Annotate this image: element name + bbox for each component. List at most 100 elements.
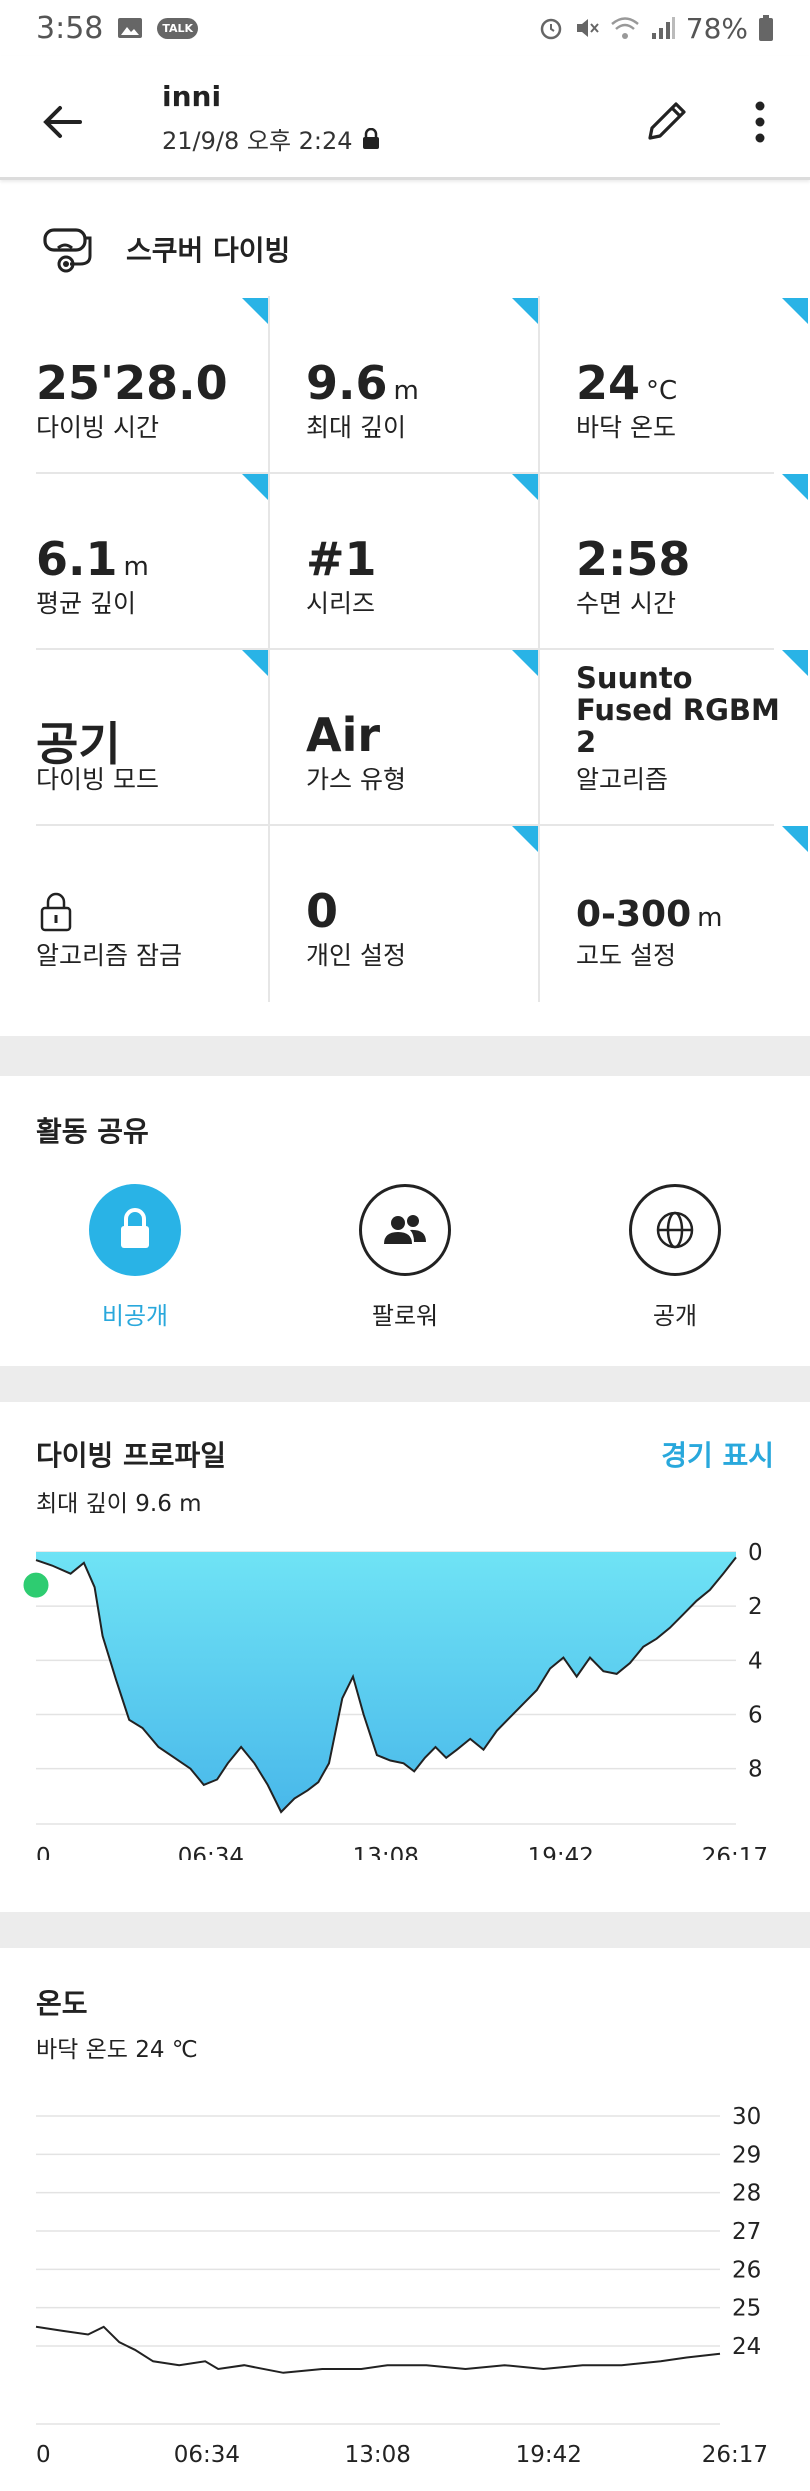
stat-value: Suunto Fused RGBM 2 bbox=[576, 661, 780, 759]
dive-datetime: 21/9/8 오후 2:24 bbox=[162, 127, 353, 155]
globe-icon[interactable] bbox=[629, 1184, 721, 1276]
stat-unit: m bbox=[393, 376, 419, 406]
stat-label: 다이빙 시간 bbox=[36, 413, 159, 442]
stat-label: 바닥 온도 bbox=[576, 413, 676, 442]
stats-grid: 25'28.0 다이빙 시간 9.6 m 최대 깊이 24 °C 바닥 온도 6.1… bbox=[0, 296, 810, 1002]
dive-profile-subtitle: 최대 깊이 9.6 m bbox=[36, 1491, 202, 1517]
y-tick-label: 8 bbox=[748, 1757, 763, 1783]
signal-icon bbox=[651, 17, 675, 39]
corner-marker bbox=[512, 298, 538, 324]
more-options-icon[interactable] bbox=[748, 92, 772, 152]
section-divider bbox=[0, 1912, 810, 1948]
corner-marker bbox=[512, 650, 538, 676]
stat-label: 가스 유형 bbox=[306, 765, 406, 794]
stat-value: 2:58 bbox=[576, 532, 691, 586]
stat-dive-time[interactable]: 25'28.0 다이빙 시간 bbox=[0, 296, 270, 472]
stat-label: 시리즈 bbox=[306, 589, 376, 618]
x-tick-label: 13:08 bbox=[345, 2442, 411, 2468]
stat-unit: m bbox=[697, 903, 723, 933]
talk-icon: TALK bbox=[157, 17, 199, 39]
stat-personal-setting[interactable]: 0 개인 설정 bbox=[270, 824, 540, 1000]
y-tick-label: 30 bbox=[732, 2104, 761, 2130]
temperature-line bbox=[35, 2325, 721, 2374]
padlock-icon bbox=[40, 892, 72, 932]
private-lock-icon[interactable] bbox=[89, 1184, 181, 1276]
activity-label: 스쿠버 다이빙 bbox=[126, 234, 291, 267]
start-marker bbox=[20, 1569, 52, 1601]
stat-altitude-setting[interactable]: 0-300 m 고도 설정 bbox=[540, 824, 810, 1000]
battery-icon bbox=[759, 15, 773, 41]
stat-bottom-temp[interactable]: 24 °C 바닥 온도 bbox=[540, 296, 810, 472]
stat-algorithm-lock[interactable]: 알고리즘 잠금 bbox=[0, 824, 270, 1000]
stat-label: 평균 깊이 bbox=[36, 589, 136, 618]
stat-value: #1 bbox=[306, 532, 377, 586]
lock-icon bbox=[362, 127, 379, 149]
wifi-icon bbox=[610, 17, 639, 39]
stat-unit: m bbox=[123, 552, 149, 582]
stat-gas-type[interactable]: Air 가스 유형 bbox=[270, 648, 540, 824]
stat-value: 6.1 bbox=[36, 532, 118, 586]
share-title: 활동 공유 bbox=[36, 1115, 149, 1148]
alarm-icon bbox=[540, 18, 562, 40]
back-arrow-icon[interactable] bbox=[36, 94, 92, 150]
corner-marker bbox=[512, 474, 538, 500]
stat-series[interactable]: #1 시리즈 bbox=[270, 472, 540, 648]
stat-label: 최대 깊이 bbox=[306, 413, 406, 442]
temperature-chart[interactable]: 30 29 28 27 26 25 24 0 06:34 13:08 19:42 26:17 bbox=[0, 2090, 810, 2480]
stat-dive-mode[interactable]: 공기 다이빙 모드 bbox=[0, 648, 270, 824]
x-tick-label: 06:34 bbox=[178, 1844, 244, 1860]
stat-surface-time[interactable]: 2:58 수면 시간 bbox=[540, 472, 810, 648]
share-label: 비공개 bbox=[101, 1302, 169, 1330]
corner-marker bbox=[242, 650, 268, 676]
stat-max-depth[interactable]: 9.6 m 최대 깊이 bbox=[270, 296, 540, 472]
stat-value: 9.6 bbox=[306, 356, 388, 410]
corner-marker bbox=[242, 474, 268, 500]
mute-icon bbox=[576, 19, 599, 37]
y-tick-label: 6 bbox=[748, 1703, 763, 1729]
followers-icon[interactable] bbox=[359, 1184, 451, 1276]
stat-value: 0-300 bbox=[576, 894, 692, 935]
x-tick-label: 26:17 bbox=[702, 2442, 768, 2468]
y-tick-label: 2 bbox=[748, 1594, 763, 1620]
temperature-title: 온도 bbox=[36, 1987, 88, 2020]
corner-marker bbox=[782, 474, 808, 500]
stat-label: 고도 설정 bbox=[576, 941, 676, 970]
x-tick-label: 26:17 bbox=[702, 1844, 768, 1860]
status-bar: 3:58 TALK 78% bbox=[0, 0, 810, 56]
stat-avg-depth[interactable]: 6.1 m 평균 깊이 bbox=[0, 472, 270, 648]
y-tick-label: 25 bbox=[732, 2296, 761, 2322]
x-tick-label: 13:08 bbox=[353, 1844, 419, 1860]
y-tick-label: 0 bbox=[748, 1540, 763, 1566]
stat-label: 개인 설정 bbox=[306, 941, 406, 970]
share-label: 팔로워 bbox=[371, 1302, 439, 1330]
share-public-option[interactable]: 공개 bbox=[575, 1184, 775, 1331]
corner-marker bbox=[782, 826, 808, 852]
depth-profile-chart[interactable]: 0 2 4 6 8 0 06:34 13:08 19:42 26:17 bbox=[0, 1530, 810, 1860]
x-tick-label: 06:34 bbox=[174, 2442, 240, 2468]
edit-pencil-icon[interactable] bbox=[640, 92, 696, 148]
app-bar: inni 21/9/8 오후 2:24 bbox=[0, 56, 810, 180]
battery-percent: 78% bbox=[685, 11, 748, 45]
corner-marker bbox=[242, 298, 268, 324]
show-race-link[interactable]: 경기 표시 bbox=[661, 1434, 774, 1474]
x-tick-label: 0 bbox=[36, 2442, 51, 2468]
y-tick-label: 26 bbox=[732, 2257, 761, 2283]
stat-algorithm[interactable]: Suunto Fused RGBM 2 알고리즘 bbox=[540, 648, 810, 824]
section-divider bbox=[0, 1366, 810, 1402]
y-tick-label: 4 bbox=[748, 1648, 763, 1674]
share-private-option[interactable]: 비공개 bbox=[35, 1184, 235, 1331]
y-tick-label: 27 bbox=[732, 2219, 761, 2245]
stat-value: 24 bbox=[576, 356, 641, 410]
stat-value: 0 bbox=[306, 884, 339, 938]
share-followers-option[interactable]: 팔로워 bbox=[305, 1184, 505, 1331]
temperature-subtitle: 바닥 온도 24 ℃ bbox=[36, 2037, 198, 2063]
stat-value: 25'28.0 bbox=[36, 356, 228, 410]
y-tick-label: 28 bbox=[732, 2181, 761, 2207]
depth-area bbox=[36, 1552, 736, 1812]
stat-label: 알고리즘 잠금 bbox=[36, 941, 182, 970]
page-title: inni bbox=[162, 80, 222, 113]
activity-header: 스쿠버 다이빙 bbox=[0, 210, 810, 288]
stat-label: 알고리즘 bbox=[576, 765, 669, 794]
x-tick-label: 0 bbox=[36, 1844, 51, 1860]
stat-label: 수면 시간 bbox=[576, 589, 676, 618]
